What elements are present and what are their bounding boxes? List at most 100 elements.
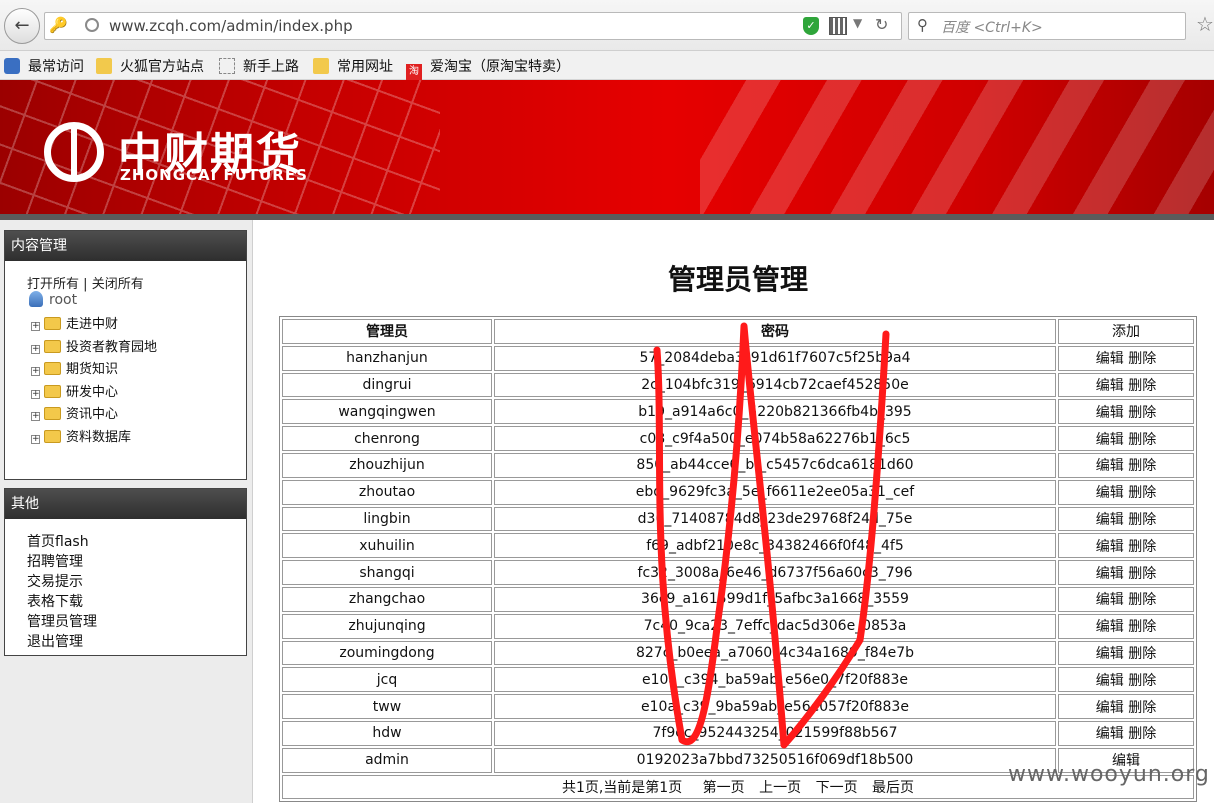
row-actions: 编辑 删除 [1058, 399, 1194, 425]
page-title: 管理员管理 [667, 263, 808, 296]
edit-link[interactable]: 编辑 [1096, 592, 1124, 608]
dropdown-triangle-icon[interactable]: ▼ [853, 16, 862, 30]
close-all-link[interactable]: 关闭所有 [92, 277, 144, 292]
edit-link[interactable]: 编辑 [1096, 673, 1124, 689]
other-menu: 首页flash 招聘管理 交易提示 表格下载 管理员管理 退出管理 [27, 531, 97, 651]
menu-item-trading-tips[interactable]: 交易提示 [27, 571, 97, 591]
table-row: lingbin d36_71408784d8_23de29768f24d_75e 编… [282, 506, 1194, 532]
tree-item[interactable]: + 期货知识 [31, 358, 157, 381]
add-admin-link[interactable]: 添加 [1058, 319, 1194, 344]
search-placeholder: 百度 <Ctrl+K> [941, 20, 1043, 36]
bookmarks-toolbar: 最常访问 火狐官方站点 新手上路 常用网址 淘爱淘宝（原淘宝特卖） [0, 51, 1214, 80]
first-page-link[interactable]: 第一页 [703, 780, 745, 796]
delete-link[interactable]: 删除 [1128, 512, 1156, 528]
menu-item-homepage-flash[interactable]: 首页flash [27, 531, 97, 551]
reload-icon[interactable]: ↻ [875, 15, 888, 34]
edit-link[interactable]: 编辑 [1096, 405, 1124, 421]
edit-link[interactable]: 编辑 [1096, 512, 1124, 528]
delete-link[interactable]: 删除 [1128, 405, 1156, 421]
bookmark-most-visited[interactable]: 最常访问 [4, 56, 84, 76]
page-icon [219, 58, 235, 74]
delete-link[interactable]: 删除 [1128, 726, 1156, 742]
row-actions: 编辑 删除 [1058, 613, 1194, 639]
main-content: 管理员管理 管理员 密码 添加 hanzhanjun 57_2084deba3_9… [253, 220, 1214, 803]
delete-link[interactable]: 删除 [1128, 485, 1156, 501]
expand-plus-icon[interactable]: + [31, 344, 40, 354]
edit-link[interactable]: 编辑 [1096, 566, 1124, 582]
expand-plus-icon[interactable]: + [31, 412, 40, 422]
expand-plus-icon[interactable]: + [31, 389, 40, 399]
site-banner: 中财期货 ZHONGCAI FUTURES [0, 80, 1214, 220]
edit-link[interactable]: 编辑 [1096, 432, 1124, 448]
menu-item-form-downloads[interactable]: 表格下载 [27, 591, 97, 611]
prev-page-link[interactable]: 上一页 [759, 780, 801, 796]
open-all-link[interactable]: 打开所有 [27, 277, 79, 292]
tree-item[interactable]: + 资料数据库 [31, 426, 157, 449]
url-text[interactable]: www.zcqh.com/admin/index.php [109, 17, 353, 35]
delete-link[interactable]: 删除 [1128, 351, 1156, 367]
delete-link[interactable]: 删除 [1128, 378, 1156, 394]
folder-icon [44, 362, 61, 376]
admin-password-hash: b19_a914a6c0_5220b821366fb4b_395 [494, 399, 1056, 425]
security-shield-icon[interactable]: ✓ [803, 17, 819, 35]
delete-link[interactable]: 删除 [1128, 539, 1156, 555]
edit-link[interactable]: 编辑 [1096, 351, 1124, 367]
admin-username: zhangchao [282, 586, 492, 612]
admin-username: chenrong [282, 426, 492, 451]
delete-link[interactable]: 删除 [1128, 458, 1156, 474]
edit-link[interactable]: 编辑 [1096, 646, 1124, 662]
edit-link[interactable]: 编辑 [1096, 485, 1124, 501]
table-row: zhoutao ebd_9629fc3a_5e_f6611e2ee05a31_ce… [282, 479, 1194, 505]
edit-link[interactable]: 编辑 [1096, 619, 1124, 635]
folder-icon [44, 429, 61, 443]
table-header-row: 管理员 密码 添加 [282, 319, 1194, 344]
delete-link[interactable]: 删除 [1128, 673, 1156, 689]
row-actions: 编辑 删除 [1058, 452, 1194, 478]
back-arrow-icon[interactable]: ← [4, 8, 40, 44]
expand-plus-icon[interactable]: + [31, 434, 40, 444]
delete-link[interactable]: 删除 [1128, 592, 1156, 608]
bookmark-common-sites[interactable]: 常用网址 [313, 56, 393, 76]
edit-link[interactable]: 编辑 [1096, 539, 1124, 555]
expand-plus-icon[interactable]: + [31, 322, 40, 331]
edit-link[interactable]: 编辑 [1096, 378, 1124, 394]
menu-item-logout[interactable]: 退出管理 [27, 631, 97, 651]
delete-link[interactable]: 删除 [1128, 619, 1156, 635]
address-bar[interactable]: 🔑 www.zcqh.com/admin/index.php ✓ ▼ ↻ [44, 12, 902, 40]
table-row: chenrong c08_c9f4a500_e074b58a62276b1_6c5… [282, 426, 1194, 451]
admin-password-hash: ebd_9629fc3a_5e_f6611e2ee05a31_cef [494, 479, 1056, 505]
delete-link[interactable]: 删除 [1128, 566, 1156, 582]
bookmark-aitaobao[interactable]: 淘爱淘宝（原淘宝特卖） [406, 56, 570, 80]
last-page-link[interactable]: 最后页 [872, 780, 914, 796]
expand-plus-icon[interactable]: + [31, 367, 40, 377]
tree-root[interactable]: root [29, 291, 77, 308]
most-visited-icon [4, 58, 20, 74]
tree-item[interactable]: + 研发中心 [31, 381, 157, 404]
admin-username: jcq [282, 667, 492, 693]
folder-icon [44, 339, 61, 353]
admin-password-hash: d36_71408784d8_23de29768f24d_75e [494, 506, 1056, 532]
admin-username: zoumingdong [282, 640, 492, 666]
edit-link[interactable]: 编辑 [1096, 726, 1124, 742]
bookmark-getting-started[interactable]: 新手上路 [219, 56, 299, 76]
admin-password-hash: 2c_104bfc319_6914cb72caef452850e [494, 372, 1056, 398]
admin-username: zhoutao [282, 479, 492, 505]
row-actions: 编辑 删除 [1058, 372, 1194, 398]
taobao-icon: 淘 [406, 64, 422, 80]
next-page-link[interactable]: 下一页 [816, 780, 858, 796]
tree-item[interactable]: + 资讯中心 [31, 403, 157, 426]
edit-link[interactable]: 编辑 [1096, 700, 1124, 716]
bookmark-star-icon[interactable]: ☆ [1196, 12, 1214, 36]
menu-item-recruitment[interactable]: 招聘管理 [27, 551, 97, 571]
search-box[interactable]: ⚲ 百度 <Ctrl+K> [908, 12, 1186, 40]
delete-link[interactable]: 删除 [1128, 432, 1156, 448]
tree-item[interactable]: + 投资者教育园地 [31, 336, 157, 359]
bookmark-firefox-site[interactable]: 火狐官方站点 [96, 56, 204, 76]
delete-link[interactable]: 删除 [1128, 646, 1156, 662]
admin-username: zhujunqing [282, 613, 492, 639]
edit-link[interactable]: 编辑 [1096, 458, 1124, 474]
qr-code-icon[interactable] [829, 17, 847, 35]
delete-link[interactable]: 删除 [1128, 700, 1156, 716]
menu-item-admin-management[interactable]: 管理员管理 [27, 611, 97, 631]
tree-item[interactable]: + 走进中财 [31, 313, 157, 336]
